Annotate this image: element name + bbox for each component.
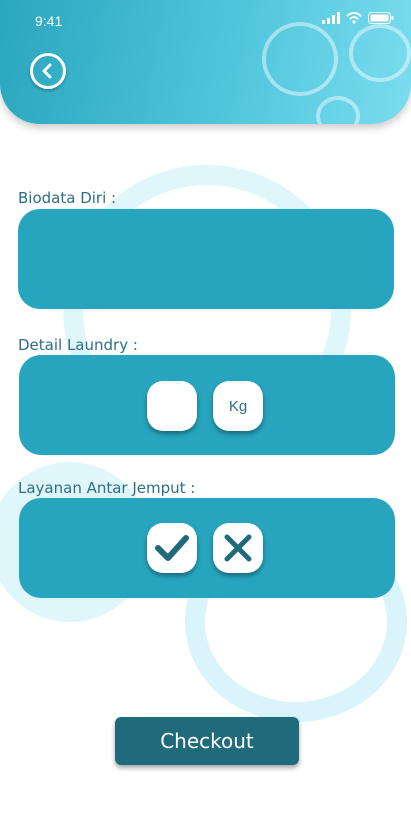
biodata-label: Biodata Diri :: [18, 189, 117, 207]
detail-laundry-label: Detail Laundry :: [18, 336, 138, 354]
signal-icon: [322, 12, 340, 24]
weight-unit: Kg: [213, 381, 263, 431]
bubble-decoration: [316, 96, 360, 124]
pickup-service-panel: [19, 498, 395, 598]
detail-laundry-panel: [19, 355, 395, 455]
close-icon: [224, 534, 252, 562]
weight-unit-label: Kg: [228, 397, 248, 415]
bubble-decoration: [262, 22, 338, 96]
pickup-service-label: Layanan Antar Jemput :: [18, 479, 196, 497]
app-header: 9:41: [0, 0, 411, 124]
wifi-icon: [346, 12, 362, 24]
status-time: 9:41: [35, 13, 63, 29]
pickup-yes-button[interactable]: [147, 523, 197, 573]
bubble-decoration: [349, 24, 411, 82]
biodata-panel[interactable]: [18, 209, 394, 309]
check-icon: [155, 535, 189, 561]
battery-icon: [368, 12, 394, 24]
checkout-button[interactable]: Checkout: [115, 717, 299, 765]
status-icons: [322, 12, 394, 24]
back-arrow-icon: [42, 63, 52, 79]
back-button[interactable]: [30, 53, 66, 89]
weight-input[interactable]: [147, 381, 197, 431]
pickup-no-button[interactable]: [213, 523, 263, 573]
